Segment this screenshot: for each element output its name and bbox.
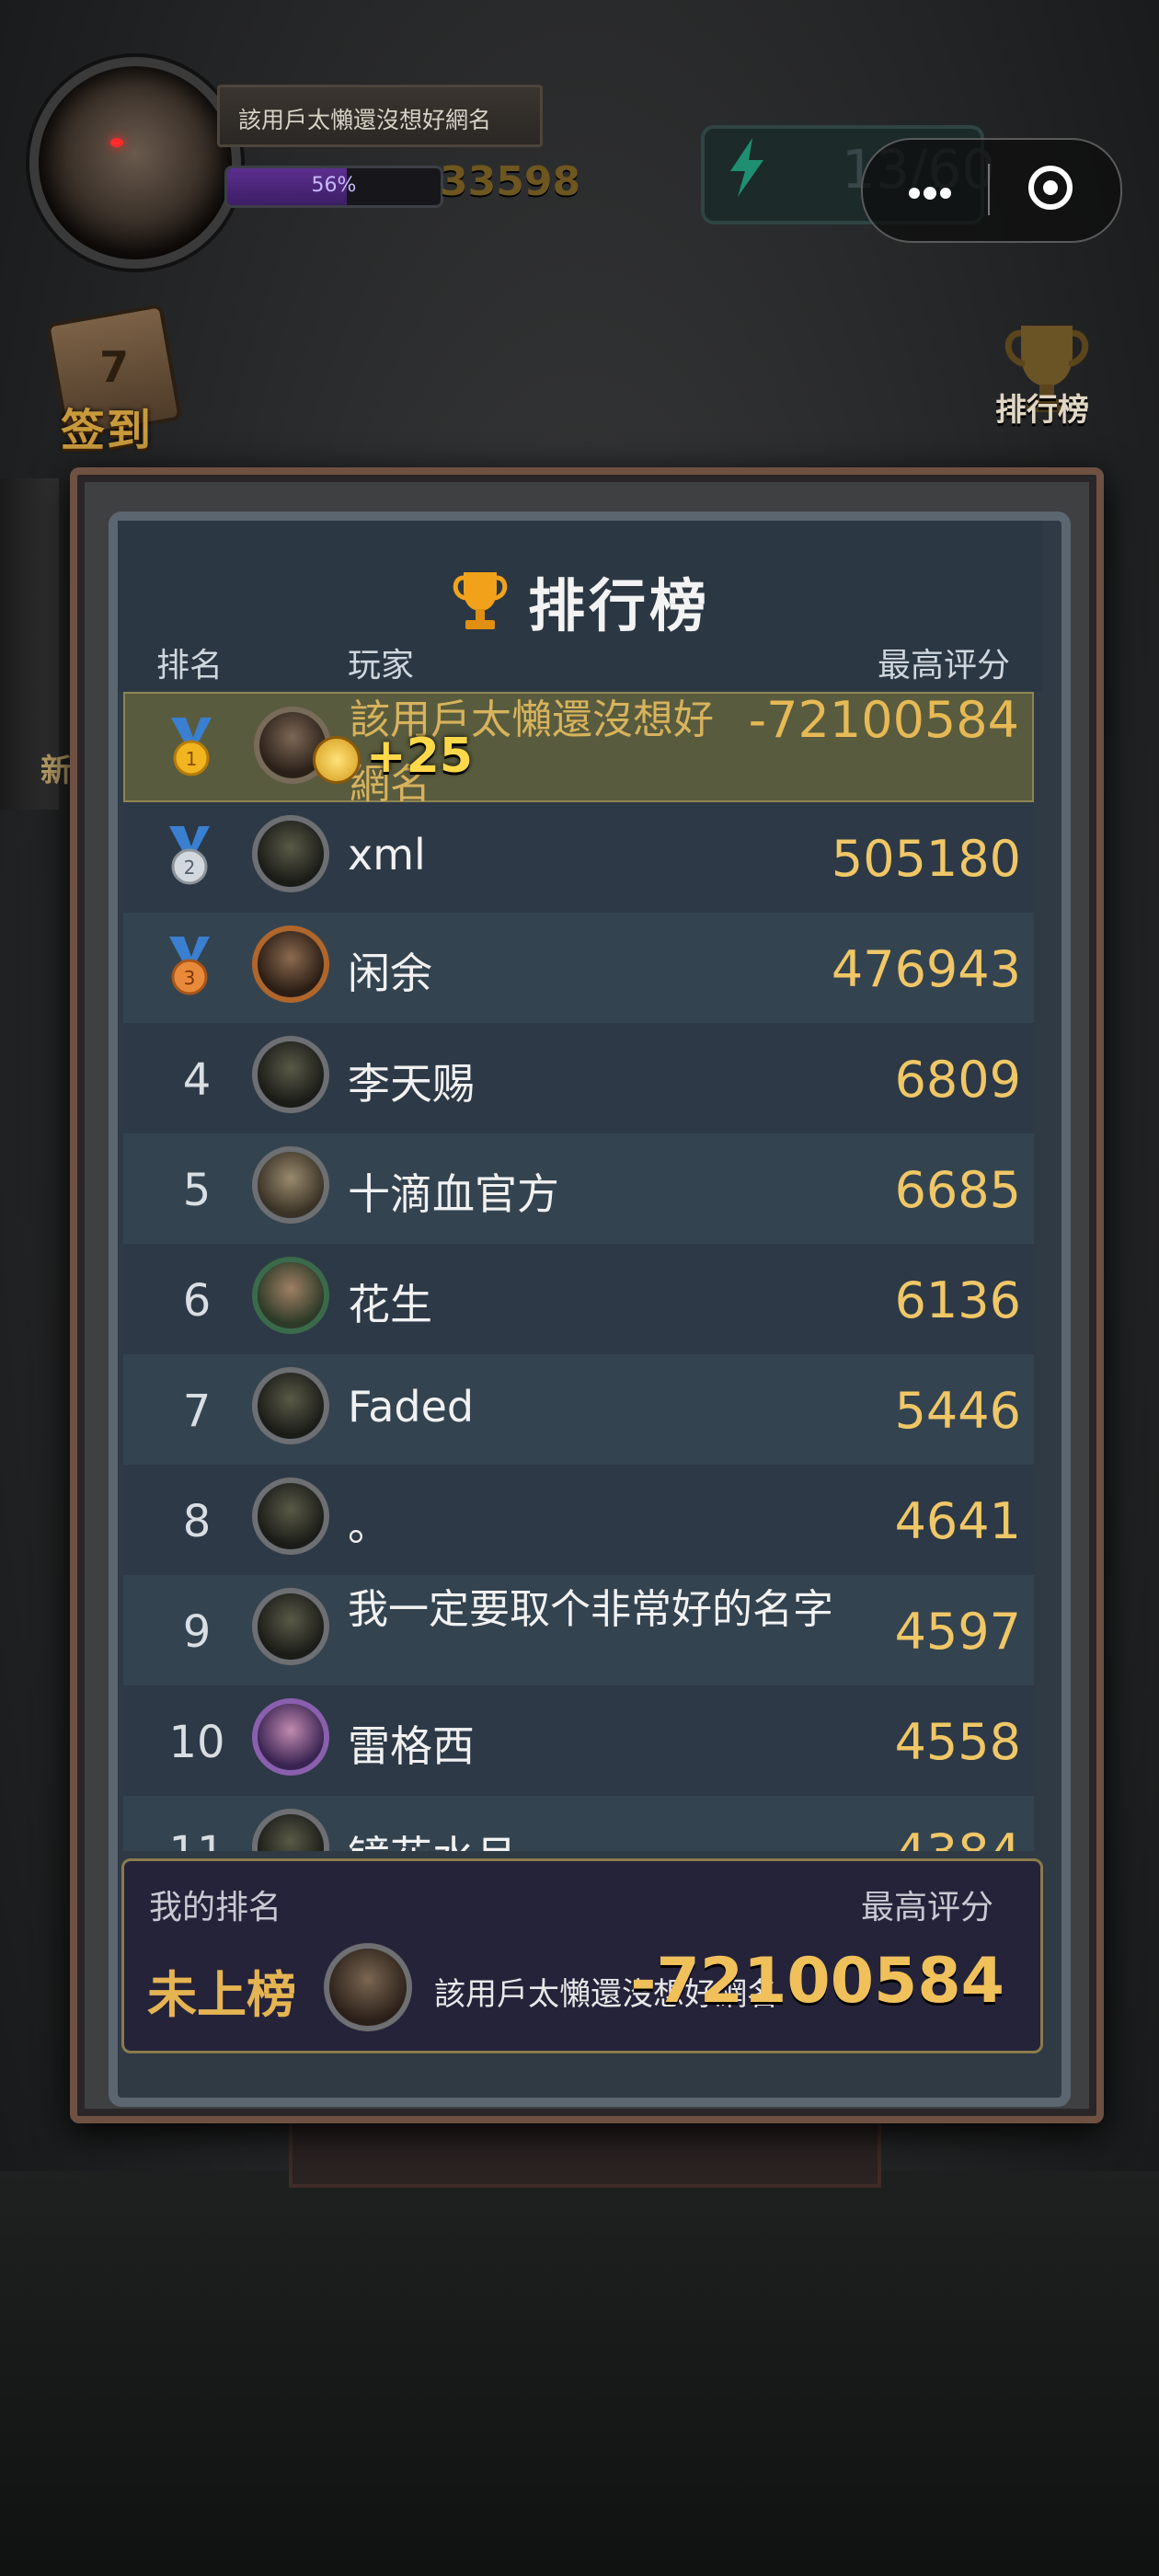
avatar [252, 1588, 329, 1665]
table-row[interactable]: 7 Faded 5446 [123, 1354, 1034, 1465]
rank-number: 9 [182, 1606, 212, 1658]
table-row[interactable]: 3 闲余 476943 [123, 913, 1034, 1023]
svg-text:1: 1 [186, 748, 198, 770]
trophy-icon [453, 572, 508, 629]
rank-number: 8 [182, 1496, 212, 1547]
player-score: -72100584 [748, 692, 1019, 749]
player-score: 4641 [894, 1492, 1021, 1550]
player-score: 505180 [831, 830, 1021, 888]
rank-number: 4 [182, 1054, 212, 1106]
silver-medal-icon: 2 [169, 826, 210, 885]
column-header-player: 玩家 [348, 647, 415, 684]
avatar [252, 1478, 329, 1555]
my-rank-label: 我的排名 [149, 1889, 282, 1926]
table-row[interactable]: 2 xml 505180 [123, 802, 1034, 913]
xp-bar: 56% [224, 166, 443, 208]
avatar [252, 1146, 329, 1224]
table-row[interactable]: 10 雷格西 4558 [123, 1685, 1034, 1796]
avatar-eye-glow [110, 138, 123, 147]
gold-amount: 33598 [440, 158, 581, 205]
table-row[interactable]: 9 我一定要取个非常好的名字 4597 [123, 1575, 1034, 1685]
my-rank-status: 未上榜 [147, 1966, 296, 2024]
leaderboard-title-row: 排行榜 [0, 559, 1159, 642]
player-score: 5446 [894, 1382, 1021, 1440]
player-score: 4558 [894, 1713, 1021, 1771]
table-row[interactable]: 1 該用戶太懶還沒想好網名 -72100584 [123, 692, 1034, 808]
reward-amount: +25 [366, 729, 473, 784]
leaderboard-button-label[interactable]: 排行榜 [995, 385, 1089, 430]
column-header-rank: 排名 [156, 647, 224, 684]
player-name: 镜花水月 [348, 1823, 517, 1851]
player-avatar[interactable] [29, 57, 241, 269]
gold-medal-icon: 1 [171, 718, 212, 776]
avatar [252, 1809, 329, 1851]
my-score-label: 最高评分 [860, 1889, 993, 1926]
avatar [252, 1036, 329, 1113]
avatar [252, 1367, 329, 1444]
leaderboard-title: 排行榜 [527, 572, 710, 639]
player-name-plate: 該用戶太懶還沒想好網名 [217, 85, 543, 147]
bronze-medal-icon: 3 [169, 937, 210, 995]
table-row[interactable]: 4 李天赐 6809 [123, 1023, 1034, 1133]
avatar [252, 1698, 329, 1776]
more-dot-icon [909, 188, 920, 199]
avatar [252, 926, 329, 1003]
player-name: 。 [348, 1501, 390, 1550]
player-name: 花生 [348, 1280, 432, 1329]
signin-day: 7 [99, 342, 130, 392]
rank-number: 5 [182, 1165, 212, 1216]
side-menu-label[interactable]: 新 [40, 745, 72, 790]
player-name: 該用戶太懶還沒想好網名 [238, 107, 492, 133]
player-score: 476943 [831, 940, 1021, 998]
lightning-bolt-icon [730, 138, 763, 197]
player-name: 闲余 [348, 949, 432, 998]
rank-number: 6 [182, 1275, 212, 1327]
xp-percent: 56% [311, 174, 357, 197]
capsule-divider [988, 164, 990, 215]
mini-program-capsule [861, 138, 1122, 243]
player-name: 我一定要取个非常好的名字 [348, 1586, 833, 1633]
close-target-icon[interactable] [1028, 166, 1073, 210]
player-score: 6685 [894, 1161, 1021, 1219]
signin-button-label[interactable]: 签到 [61, 394, 153, 458]
my-avatar [324, 1943, 412, 2031]
table-row[interactable]: 6 花生 6136 [123, 1244, 1034, 1354]
more-dot-icon [924, 187, 936, 200]
avatar [252, 1257, 329, 1334]
player-score: 4597 [894, 1603, 1021, 1661]
svg-text:3: 3 [184, 967, 196, 989]
background-ground [0, 2171, 1159, 2576]
leaderboard-list[interactable]: 1 該用戶太懶還沒想好網名 -72100584 2 xml 505180 3 闲… [123, 692, 1034, 1851]
player-name: 李天赐 [348, 1059, 475, 1109]
coin-icon [313, 736, 361, 784]
svg-text:2: 2 [184, 857, 196, 879]
column-header-score: 最高评分 [877, 647, 1010, 684]
player-name: Faded [348, 1382, 475, 1432]
rank-number: 10 [168, 1717, 225, 1768]
rank-number: 7 [182, 1386, 212, 1437]
table-row[interactable]: 5 十滴血官方 6685 [123, 1133, 1034, 1244]
rank-number: 11 [151, 1827, 243, 1851]
table-row[interactable]: 11 镜花水月 4384 [123, 1796, 1034, 1851]
my-score: -72100584 [630, 1945, 1004, 2018]
player-name: 雷格西 [348, 1721, 475, 1771]
player-score: 6809 [894, 1051, 1021, 1109]
avatar [252, 815, 329, 892]
player-name: 十滴血官方 [348, 1169, 559, 1219]
table-row[interactable]: 8 。 4641 [123, 1465, 1034, 1575]
player-score: 6136 [894, 1271, 1021, 1329]
player-name: xml [348, 830, 426, 880]
more-dot-icon [940, 188, 951, 199]
player-score: 4384 [895, 1823, 1021, 1851]
